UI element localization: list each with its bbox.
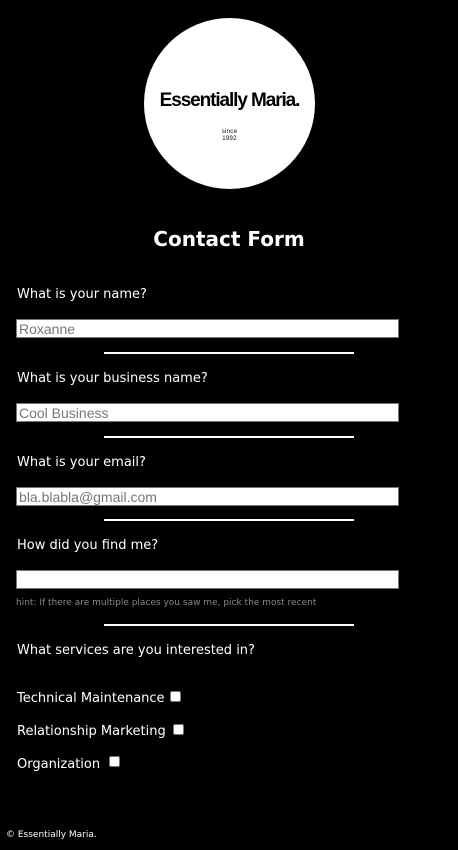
found-label: How did you find me? (17, 538, 159, 553)
name-input[interactable] (16, 319, 399, 338)
name-label: What is your name? (17, 287, 147, 302)
found-input[interactable] (16, 570, 399, 589)
services-label: What services are you interested in? (17, 643, 255, 658)
logo-since-year: 1992 (222, 136, 237, 142)
divider (104, 519, 354, 521)
service-option-checkbox[interactable] (173, 724, 184, 735)
email-label: What is your email? (17, 455, 146, 470)
service-option-checkbox[interactable] (170, 691, 181, 702)
business-name-input[interactable] (16, 403, 399, 422)
logo-since: since 1992 (144, 129, 315, 143)
divider (104, 352, 354, 354)
footer-copyright: © Essentially Maria. (6, 830, 97, 840)
service-option-label: Relationship Marketing (17, 724, 166, 739)
service-option-label: Technical Maintenance (17, 691, 165, 706)
found-hint: hint: If there are multiple places you s… (16, 598, 317, 608)
page-title: Contact Form (153, 227, 305, 251)
divider (104, 624, 354, 626)
logo: Essentially Maria. since 1992 (144, 18, 315, 189)
divider (104, 436, 354, 438)
service-option-checkbox[interactable] (109, 756, 120, 767)
logo-since-label: since (221, 129, 238, 135)
service-option-label: Organization (17, 757, 101, 772)
business-name-label: What is your business name? (17, 371, 208, 386)
email-input[interactable] (16, 487, 399, 506)
logo-name: Essentially Maria. (159, 90, 301, 111)
